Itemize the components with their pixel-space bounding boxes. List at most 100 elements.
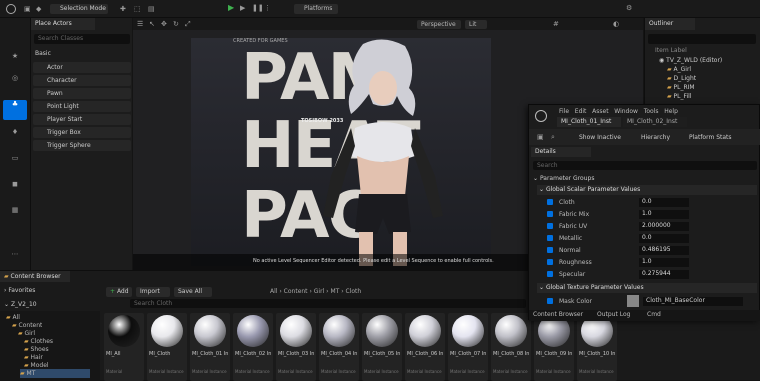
bottom-tab-output-log[interactable]: Output Log <box>597 311 630 318</box>
editor-tab-2[interactable]: MI_Cloth_02_Inst <box>623 117 687 127</box>
checkbox[interactable] <box>547 271 553 277</box>
actor-item-pawn[interactable]: Pawn <box>33 88 131 99</box>
add-button[interactable]: + Add <box>106 287 132 297</box>
mode-recently-placed[interactable]: ★ <box>3 52 27 70</box>
actor-search-input[interactable]: Search Classes <box>34 34 130 44</box>
cinematics-icon[interactable]: ▤ <box>148 5 155 13</box>
checkbox[interactable] <box>547 235 553 241</box>
platforms-button[interactable]: Platforms <box>294 4 338 14</box>
actor-item-point-light[interactable]: Point Light <box>33 101 131 112</box>
show-inactive-button[interactable]: Show Inactive <box>579 134 621 141</box>
checkbox[interactable] <box>547 223 553 229</box>
platform-settings-icon[interactable]: ⋮ <box>264 4 271 12</box>
outliner-row-world[interactable]: ◉ TV_Z_WLD (Editor) <box>659 56 722 65</box>
parameter-groups-header[interactable]: ⌄ Parameter Groups <box>533 175 594 182</box>
save-icon[interactable]: ▣ <box>537 133 544 141</box>
asset-tile[interactable]: MI_Cloth_02 Inst Material Instance <box>233 313 273 381</box>
details-search-input[interactable]: Search <box>533 161 757 170</box>
blueprint-icon[interactable]: ◆ <box>36 5 41 13</box>
lit-button[interactable]: Lit <box>465 20 487 29</box>
viewport-menu-icon[interactable]: ☰ <box>137 20 143 28</box>
favorites-header[interactable]: › Favorites <box>4 287 35 294</box>
play-next-icon[interactable]: ▶ <box>240 4 245 12</box>
editor-tab-1[interactable]: MI_Cloth_01_Inst <box>557 117 621 127</box>
texture-asset-dropdown[interactable]: Cloth_MI_BaseColor <box>643 297 743 306</box>
blueprints-icon[interactable]: ⬚ <box>134 5 141 13</box>
platform-stats-button[interactable]: Platform Stats <box>689 134 732 141</box>
outliner-row-fill[interactable]: ▰ PL_Fill <box>667 92 692 101</box>
move-tool-icon[interactable]: ✥ <box>161 20 167 28</box>
actor-item-trigger-box[interactable]: Trigger Box <box>33 127 131 138</box>
select-tool-icon[interactable]: ↖ <box>149 20 155 28</box>
outliner-row-rim[interactable]: ▰ PL_RIM <box>667 83 695 92</box>
mode-basic[interactable]: ◎ <box>3 74 27 92</box>
texture-group-header[interactable]: ⌄ Global Texture Parameter Values <box>537 283 757 293</box>
selection-mode-button[interactable]: Selection Mode <box>50 4 108 14</box>
param-value-field[interactable]: 2.000000 <box>639 222 689 231</box>
asset-tile[interactable]: MI_Cloth_05 Inst Material Instance <box>362 313 402 381</box>
browse-icon[interactable]: ⌕ <box>551 133 555 141</box>
play-icon[interactable]: ▶ <box>228 4 234 12</box>
actor-item-player-start[interactable]: Player Start <box>33 114 131 125</box>
outliner-row-girl[interactable]: ▰ A_Girl <box>667 65 691 74</box>
details-tab[interactable]: Details <box>531 147 591 157</box>
hierarchy-button[interactable]: Hierarchy <box>641 134 670 141</box>
mode-volumes[interactable]: ▦ <box>3 206 27 224</box>
add-actor-icon[interactable]: ✚ <box>120 5 126 13</box>
param-value-field[interactable]: 0.0 <box>639 234 689 243</box>
settings-icon[interactable]: ⚙ <box>626 4 632 12</box>
asset-tile[interactable]: MI_Cloth_10 Inst Material Instance <box>577 313 617 381</box>
place-actors-tab[interactable]: Place Actors <box>31 18 95 30</box>
bottom-tab-cmd[interactable]: Cmd <box>647 311 661 318</box>
param-value-field[interactable]: 1.0 <box>639 210 689 219</box>
grid-icon[interactable]: # <box>553 20 559 28</box>
save-all-button[interactable]: Save All <box>174 287 212 297</box>
scale-tool-icon[interactable]: ⤢ <box>185 20 191 28</box>
project-header[interactable]: ⌄ Z_V2_10 <box>4 301 37 308</box>
bottom-tab-content-browser[interactable]: Content Browser <box>533 311 583 318</box>
asset-tile[interactable]: MI_Cloth_08 Inst Material Instance <box>491 313 531 381</box>
asset-tile[interactable]: MI_Cloth_01 Inst Material Instance <box>190 313 230 381</box>
asset-search-input[interactable]: Search Cloth <box>130 299 526 308</box>
mode-shapes[interactable]: ♣ <box>3 100 27 120</box>
outliner-tab[interactable]: Outliner <box>645 18 695 30</box>
save-icon[interactable]: ▣ <box>24 5 31 13</box>
import-button[interactable]: Import <box>136 287 170 297</box>
asset-tile[interactable]: MI_Cloth Material Instance <box>147 313 187 381</box>
asset-tile[interactable]: MI_Cloth_06 Inst Material Instance <box>405 313 445 381</box>
scalar-group-header[interactable]: ⌄ Global Scalar Parameter Values <box>537 185 757 195</box>
param-value-field[interactable]: 0.0 <box>639 198 689 207</box>
actor-item-character[interactable]: Character <box>33 75 131 86</box>
param-value-field[interactable]: 0.486195 <box>639 246 689 255</box>
checkbox[interactable] <box>547 298 553 304</box>
asset-tile[interactable]: MI_Cloth_09 Inst Material Instance <box>534 313 574 381</box>
folder-mt[interactable]: ▰ MT <box>20 369 90 378</box>
mode-lights[interactable]: ♦ <box>3 128 27 146</box>
asset-tile[interactable]: MI_All Material <box>104 313 144 381</box>
outliner-search-input[interactable] <box>648 34 756 44</box>
rotate-tool-icon[interactable]: ↻ <box>173 20 179 28</box>
content-browser-tab[interactable]: ▰ Content Browser <box>0 271 70 282</box>
actor-item-trigger-sphere[interactable]: Trigger Sphere <box>33 140 131 151</box>
asset-tile[interactable]: MI_Cloth_07 Inst Material Instance <box>448 313 488 381</box>
camera-speed-icon[interactable]: ◐ <box>613 20 619 28</box>
material-sphere-thumbnail <box>495 315 527 347</box>
pause-icon[interactable]: ❚❚ <box>252 4 264 12</box>
mode-cinematic[interactable]: ▭ <box>3 154 27 172</box>
param-value-field[interactable]: 1.0 <box>639 258 689 267</box>
param-value-field[interactable]: 0.275944 <box>639 270 689 279</box>
unreal-logo-icon[interactable] <box>6 4 16 14</box>
checkbox[interactable] <box>547 211 553 217</box>
outliner-row-dlight[interactable]: ▰ D_Light <box>667 74 696 83</box>
mode-more[interactable]: ⋯ <box>3 250 27 264</box>
texture-thumbnail[interactable] <box>627 295 639 307</box>
actor-item-actor[interactable]: Actor <box>33 62 131 73</box>
mode-geometry[interactable]: ◼ <box>3 180 27 198</box>
checkbox[interactable] <box>547 199 553 205</box>
asset-tile[interactable]: MI_Cloth_03 Inst Material Instance <box>276 313 316 381</box>
param-row-specular: Specular 0.275944 <box>543 270 757 280</box>
asset-tile[interactable]: MI_Cloth_04 Inst Material Instance <box>319 313 359 381</box>
checkbox[interactable] <box>547 247 553 253</box>
checkbox[interactable] <box>547 259 553 265</box>
perspective-button[interactable]: Perspective <box>417 20 461 29</box>
